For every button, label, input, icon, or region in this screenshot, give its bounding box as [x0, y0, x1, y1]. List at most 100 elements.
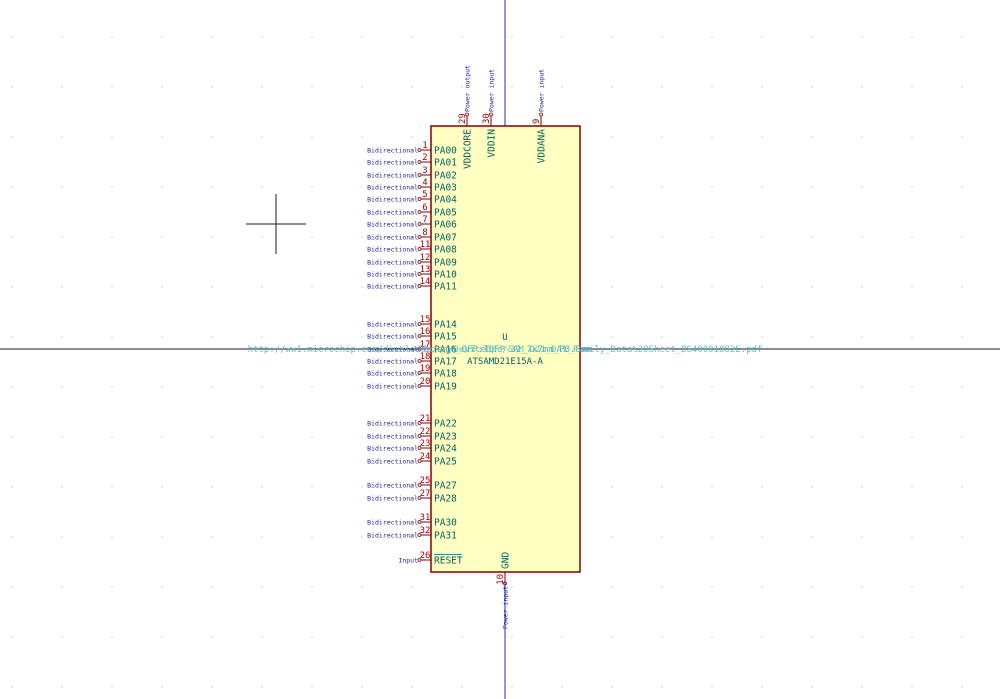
pin-number: 3: [422, 166, 427, 176]
pin-name: PA14: [434, 320, 457, 331]
pin-name: PA07: [434, 233, 457, 244]
pin-name: GND: [501, 552, 512, 569]
pin-electrical-type: Bidirectional: [367, 495, 418, 503]
pin-number: 27: [420, 489, 431, 499]
pin-electrical-type: Power input: [502, 586, 510, 629]
pin-name: PA10: [434, 270, 457, 281]
pin-electrical-type: Bidirectional: [367, 184, 418, 192]
pin-electrical-type: Bidirectional: [367, 221, 418, 229]
pin-electrical-type: Bidirectional: [367, 271, 418, 279]
component-reference[interactable]: U: [502, 333, 507, 343]
pin-number: 13: [420, 265, 431, 275]
pin-electrical-type: Bidirectional: [367, 433, 418, 441]
pin-number: 8: [422, 228, 427, 238]
pin-name: PA09: [434, 258, 457, 269]
pin-endpoint-icon[interactable]: [417, 222, 422, 226]
pin-number: 21: [420, 414, 431, 424]
pin-number: 20: [420, 377, 431, 387]
pin-name: PA03: [434, 183, 457, 194]
pin-electrical-type: Bidirectional: [367, 333, 418, 341]
pin-name: PA04: [434, 195, 457, 206]
pin-name: PA08: [434, 245, 457, 256]
pin-electrical-type: Input: [398, 557, 418, 565]
pin-electrical-type: Bidirectional: [367, 482, 418, 490]
pin-number: 15: [420, 315, 431, 325]
pin-number: 31: [420, 513, 431, 523]
pin-endpoint-icon[interactable]: [417, 160, 422, 164]
pin-name: PA18: [434, 369, 457, 380]
pin-endpoint-icon[interactable]: [539, 112, 543, 117]
pin-electrical-type: Bidirectional: [367, 283, 418, 291]
pin-name: PA25: [434, 457, 457, 468]
pin-name: PA02: [434, 171, 457, 182]
pin-electrical-type: Bidirectional: [367, 159, 418, 167]
pin-name: PA00: [434, 146, 457, 157]
schematic-canvas[interactable]: 1 PA00 Bidirectional 2 PA01 Bidirectional 3 PA0…: [0, 0, 1000, 699]
pin-electrical-type: Bidirectional: [367, 383, 418, 391]
pin-name: PA27: [434, 481, 457, 492]
pin-name: PA15: [434, 332, 457, 343]
pin-name: PA24: [434, 444, 457, 455]
pin-number: 32: [420, 526, 431, 536]
pin-name: PA01: [434, 158, 457, 169]
component-datasheet[interactable]: http://ww1.microchip.com/downloads/en/De…: [248, 345, 763, 355]
pin-name: PA17: [434, 357, 457, 368]
pin-electrical-type: Power input: [488, 69, 496, 112]
pin-name: VDDIN: [487, 129, 498, 158]
pin-endpoint-icon[interactable]: [417, 235, 422, 239]
pin-number: 25: [420, 476, 431, 486]
pin-name: PA22: [434, 419, 457, 430]
pin-electrical-type: Bidirectional: [367, 358, 418, 366]
component-value[interactable]: ATSAMD21E15A-A: [467, 357, 543, 367]
pin-name: PA31: [434, 531, 457, 542]
pin-name: RESET: [434, 556, 463, 567]
pin-name: PA28: [434, 494, 457, 505]
pin-electrical-type: Bidirectional: [367, 196, 418, 204]
pin-electrical-type: Bidirectional: [367, 259, 418, 267]
pin-electrical-type: Bidirectional: [367, 321, 418, 329]
pin-electrical-type: Bidirectional: [367, 246, 418, 254]
pin-number: 6: [422, 203, 427, 213]
pin-number: 23: [420, 439, 431, 449]
pin-endpoint-icon[interactable]: [417, 210, 422, 214]
pin-number: 10: [496, 574, 506, 585]
pin-number: 30: [482, 113, 492, 124]
pin-number: 1: [422, 141, 427, 151]
pin-number: 26: [420, 551, 431, 561]
pin-name: PA11: [434, 282, 457, 293]
pin-name: PA19: [434, 382, 457, 393]
pin-number: 7: [422, 215, 427, 225]
pin-name: VDDCORE: [463, 129, 474, 169]
pin-electrical-type: Bidirectional: [367, 458, 418, 466]
pin-electrical-type: Bidirectional: [367, 209, 418, 217]
pin-electrical-type: Bidirectional: [367, 519, 418, 527]
pin-number: 16: [420, 327, 431, 337]
pin-name: PA06: [434, 220, 457, 231]
pin-name: PA23: [434, 432, 457, 443]
pin-number: 2: [422, 153, 427, 163]
pin-electrical-type: Bidirectional: [367, 234, 418, 242]
pin-number: 4: [422, 178, 427, 188]
ic-symbol-atsamd21e15a[interactable]: 1 PA00 Bidirectional 2 PA01 Bidirectional 3 PA0…: [248, 65, 763, 629]
pin-electrical-type: Power output: [464, 65, 472, 112]
pin-number: 14: [420, 277, 431, 287]
pin-electrical-type: Bidirectional: [367, 420, 418, 428]
pin-number: 12: [420, 253, 431, 263]
pin-electrical-type: Power input: [538, 69, 546, 112]
pin-endpoint-icon[interactable]: [417, 148, 422, 152]
pin-electrical-type: Bidirectional: [367, 172, 418, 180]
pin-endpoint-icon[interactable]: [417, 185, 422, 189]
pin-name: VDDANA: [537, 129, 548, 164]
pin-number: 29: [458, 113, 468, 124]
pin-electrical-type: Bidirectional: [367, 532, 418, 540]
pin-name: PA30: [434, 518, 457, 529]
pin-number: 24: [420, 452, 431, 462]
pin-number: 19: [420, 364, 431, 374]
pin-number: 11: [420, 240, 431, 250]
pin-electrical-type: Bidirectional: [367, 370, 418, 378]
crosshair-cursor-icon: [246, 194, 306, 254]
pin-electrical-type: Bidirectional: [367, 147, 418, 155]
pin-name: PA05: [434, 208, 457, 219]
pin-endpoint-icon[interactable]: [417, 173, 422, 177]
pin-endpoint-icon[interactable]: [417, 197, 422, 201]
